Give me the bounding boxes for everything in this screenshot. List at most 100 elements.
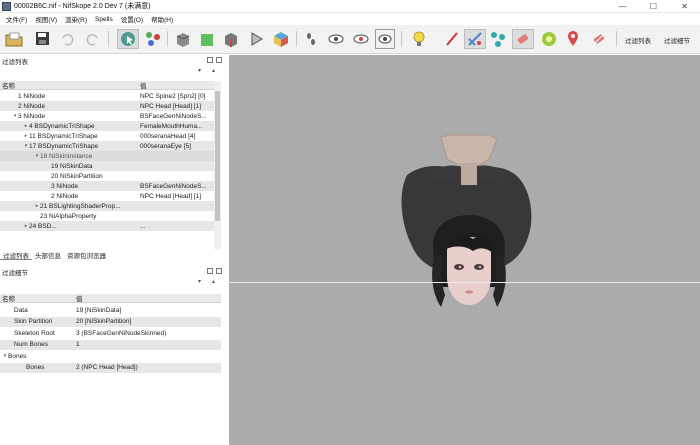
tree-row[interactable]: ▸ 21 BSLightingShaderProp... xyxy=(0,201,214,211)
detail-row-value[interactable] xyxy=(76,351,221,361)
detail-row-value[interactable]: 20 [NiSkinPartition] xyxy=(76,317,221,327)
left-tabs: 过滤列表 头部信息 资源包浏览器 xyxy=(0,250,229,261)
show-nodes-icon[interactable] xyxy=(351,29,371,49)
tree-row[interactable]: ▾ 18 NiSkinInstance xyxy=(0,151,214,161)
render-viewport[interactable] xyxy=(229,55,700,445)
cube-map-icon[interactable] xyxy=(588,29,610,49)
tab-block-list[interactable]: 过滤列表 xyxy=(0,250,32,260)
specular-icon[interactable] xyxy=(512,29,534,49)
float-panel-icon[interactable] xyxy=(207,57,213,63)
detail-row[interactable]: Skeleton Root 3 (BSFaceGenNiNodeSkinned) xyxy=(0,328,221,338)
detail-row-value[interactable]: 1 xyxy=(76,340,221,350)
tree-row-name: 20 NiSkinPartition xyxy=(0,171,138,181)
tab-asset-browser[interactable]: 资源包浏览器 xyxy=(64,250,109,260)
tree-row[interactable]: 2 NiNode NPC Head [Head] [1] xyxy=(0,191,214,201)
tree-row[interactable]: 19 NiSkinData xyxy=(0,161,214,171)
show-collision-icon[interactable] xyxy=(375,29,395,49)
menu-settings[interactable]: 设置(O) xyxy=(117,14,147,24)
tree-row[interactable]: 1 NiNode NPC Spine2 [Spn2] [0] xyxy=(0,91,214,101)
menu-render[interactable]: 渲染(R) xyxy=(61,14,91,24)
toolbar: 过滤列表 过滤细节 xyxy=(0,25,700,54)
tree-row-label: 20 NiSkinPartition xyxy=(51,172,103,180)
detail-row-label: Bones xyxy=(8,352,27,360)
menu-view[interactable]: 视图(V) xyxy=(31,14,61,24)
details-column-name[interactable]: 名称 xyxy=(2,293,15,303)
select-object-icon[interactable] xyxy=(117,29,139,49)
lighting-icon[interactable] xyxy=(408,29,430,49)
tree-row-value xyxy=(140,201,214,211)
tree-row-label: 2 NiNode xyxy=(18,102,46,110)
view-flip-icon[interactable] xyxy=(247,29,267,49)
sort-down-icon[interactable]: ▾ xyxy=(198,67,201,74)
detail-row-name: Data xyxy=(0,305,74,315)
glow-icon[interactable] xyxy=(538,29,560,49)
close-button[interactable]: ✕ xyxy=(669,0,700,13)
maximize-button[interactable]: ☐ xyxy=(638,0,669,13)
title-bar: 00002B6C.nif - NifSkope 2.0 Dev 7 (未满意) … xyxy=(0,0,700,13)
column-value[interactable]: 值 xyxy=(140,80,147,90)
tree-row-label: 2 NiNode xyxy=(51,192,79,200)
redo-icon[interactable] xyxy=(84,29,102,49)
tree-row[interactable]: 23 NiAlphaProperty xyxy=(0,211,214,221)
details-sort-up-icon[interactable]: ▴ xyxy=(212,278,215,285)
detail-row[interactable]: Num Bones 1 xyxy=(0,339,221,350)
tree-row[interactable]: ▾ 3 NiNode BSFaceGenNiNodeS... xyxy=(0,111,214,121)
tree-row[interactable]: 2 NiNode NPC Head [Head] [1] xyxy=(0,101,214,111)
detail-row-name: Num Bones xyxy=(0,340,74,350)
view-user-icon[interactable] xyxy=(271,29,291,49)
detail-row[interactable]: ▾ Bones xyxy=(0,351,221,361)
tree-row[interactable]: ▸ 4 BSDynamicTriShape FemaleMouthHuma... xyxy=(0,121,214,131)
block-list-header: 过滤列表 xyxy=(0,55,229,66)
detail-row-name: Skin Partition xyxy=(0,317,74,327)
menu-help[interactable]: 帮助(H) xyxy=(147,14,177,24)
tab-header[interactable]: 头部信息 xyxy=(32,250,64,260)
menu-file[interactable]: 文件(F) xyxy=(2,14,31,24)
tree-row[interactable]: ▸ 11 BSDynamicTriShape 000seranaHead [4] xyxy=(0,131,214,141)
view-top-icon[interactable] xyxy=(221,29,241,49)
close-panel-icon[interactable] xyxy=(216,57,222,63)
detail-row-value[interactable]: 2 (NPC Head [Head]) xyxy=(76,363,221,373)
tree-row-name: ▸ 21 BSLightingShaderProp... xyxy=(0,201,138,211)
detail-row[interactable]: Skin Partition 20 [NiSkinPartition] xyxy=(0,316,221,327)
view-side-icon[interactable] xyxy=(197,29,217,49)
detail-row-value[interactable]: 19 [NiSkinData] xyxy=(76,305,221,315)
details-sort-down-icon[interactable]: ▾ xyxy=(198,278,201,285)
tree-row[interactable]: ▸ 24 BSD...... xyxy=(0,221,214,231)
pointer-icon[interactable] xyxy=(442,29,462,49)
select-vertex-icon[interactable] xyxy=(143,29,163,49)
walk-mode-icon[interactable] xyxy=(301,29,321,49)
detail-row-value[interactable]: 3 (BSFaceGenNiNodeSkinned) xyxy=(76,328,221,338)
column-name[interactable]: 名称 xyxy=(2,80,15,90)
minimize-button[interactable]: — xyxy=(607,0,638,13)
tree-row-name: 2 NiNode xyxy=(0,101,138,111)
save-file-icon[interactable] xyxy=(32,29,54,49)
sort-up-icon[interactable]: ▴ xyxy=(212,67,215,74)
tree-row-label: 21 BSLightingShaderProp... xyxy=(40,202,121,210)
open-file-icon[interactable] xyxy=(3,29,25,49)
window-title: 00002B6C.nif - NifSkope 2.0 Dev 7 (未满意) xyxy=(14,3,151,10)
location-icon[interactable] xyxy=(563,29,583,49)
filter-detail-toggle[interactable]: 过滤细节 xyxy=(664,35,690,45)
undo-icon[interactable] xyxy=(58,29,76,49)
tree-column-header: 名称 值 xyxy=(0,81,214,90)
float-details-icon[interactable] xyxy=(207,268,213,274)
tree-row[interactable]: ▾ 17 BSDynamicTriShape 000seranaEye [5] xyxy=(0,141,214,151)
tree-scroll-thumb[interactable] xyxy=(215,91,220,221)
filter-list-toggle[interactable]: 过滤列表 xyxy=(625,35,651,45)
show-hidden-icon[interactable] xyxy=(326,29,346,49)
close-details-icon[interactable] xyxy=(216,268,222,274)
tree-scrollbar[interactable] xyxy=(214,81,221,249)
view-front-icon[interactable] xyxy=(173,29,193,49)
menu-spells[interactable]: Spells xyxy=(91,16,117,23)
tree-row-value xyxy=(140,211,214,221)
tree-row-value xyxy=(140,151,214,161)
tree-row-label: 19 NiSkinData xyxy=(51,162,93,170)
vertex-colors-icon[interactable] xyxy=(488,29,508,49)
tree-row[interactable]: 20 NiSkinPartition xyxy=(0,171,214,181)
detail-row[interactable]: Data 19 [NiSkinData] xyxy=(0,305,221,315)
tree-row[interactable]: 3 NiNode BSFaceGenNiNodeS... xyxy=(0,181,214,191)
tree-row-value: FemaleMouthHuma... xyxy=(140,122,203,130)
detail-row[interactable]: Bones 2 (NPC Head [Head]) xyxy=(0,362,221,373)
details-column-value[interactable]: 值 xyxy=(76,293,83,303)
textures-icon[interactable] xyxy=(464,29,486,49)
